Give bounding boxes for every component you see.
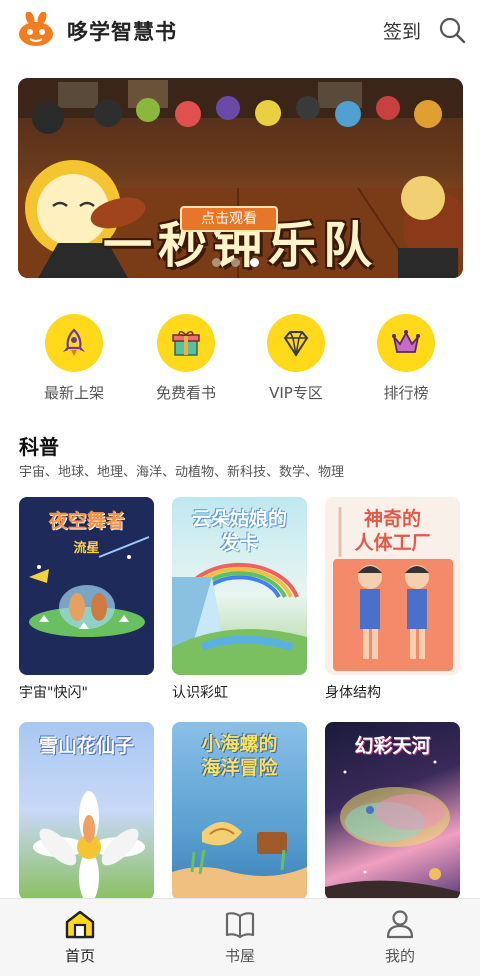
diamond-icon [267,314,325,372]
book-cover: 云朵姑娘的 发卡 [172,497,307,675]
crown-icon [377,314,435,372]
book-title: 身体结构 [325,685,381,701]
book-card[interactable]: 云朵姑娘的 发卡 认识彩虹 [172,497,307,702]
quick-nav-free[interactable]: 免费看书 [136,314,236,403]
app-logo [16,11,56,48]
book-card[interactable]: 小海螺的 海洋冒险 [172,722,307,900]
tab-label: 首页 [64,947,95,965]
banner-watch-button[interactable]: 点击观看 [180,206,278,232]
book-cover-title: 神奇的 人体工厂 [354,508,431,554]
section-subtitle: 宇宙、地球、地理、海洋、动植物、新科技、数学、物理 [19,465,345,480]
book-title: 宇宙"快闪" [19,685,88,701]
book-cover: 小海螺的 海洋冒险 [172,722,307,900]
book-cover-title: 雪山花仙子 [38,735,134,757]
quick-nav-ranking[interactable]: 排行榜 [356,314,456,403]
book-title: 认识彩虹 [172,685,228,701]
book-cover-subtitle: 流星 [73,541,100,556]
banner-dot-active[interactable] [250,258,259,267]
home-page: 哆学智慧书 签到 一秒钟乐队 点击观看 最新上架 免费看书 VIP专区 排行榜 … [0,0,480,976]
tab-label: 我的 [384,947,415,965]
quick-nav-label: 最新上架 [43,384,104,402]
book-cover-title: 夜空舞者 [48,510,125,532]
tab-bookshelf[interactable]: 书屋 [160,899,320,976]
book-card[interactable]: 神奇的 人体工厂 身体结构 [325,497,460,702]
book-cover-title: 小海螺的 海洋冒险 [201,733,278,779]
home-icon [65,910,95,939]
book-card[interactable]: 雪山花仙子 [19,722,154,900]
quick-nav-label: 排行榜 [383,384,429,402]
section-title: 科普 [19,435,59,459]
quick-nav-label: VIP专区 [269,384,323,402]
quick-nav: 最新上架 免费看书 VIP专区 排行榜 [0,314,480,404]
book-card[interactable]: 幻彩天河 [325,722,460,900]
book-cover: 幻彩天河 [325,722,460,900]
banner-pagination [212,252,269,271]
gift-icon [157,314,215,372]
book-cover: 夜空舞者 流星 [19,497,154,675]
user-icon [386,910,414,939]
quick-nav-new[interactable]: 最新上架 [24,314,124,403]
book-icon [225,912,255,939]
book-cover: 雪山花仙子 [19,722,154,900]
tab-home[interactable]: 首页 [0,899,160,976]
promo-banner[interactable]: 一秒钟乐队 [18,78,463,278]
search-icon[interactable] [438,16,466,44]
tab-label: 书屋 [224,947,255,965]
app-title: 哆学智慧书 [67,20,177,44]
book-cover-title: 幻彩天河 [354,735,431,757]
banner-dot[interactable] [231,258,240,267]
signin-button[interactable]: 签到 [383,17,421,44]
quick-nav-label: 免费看书 [155,384,216,402]
tab-profile[interactable]: 我的 [320,899,480,976]
book-cover-title: 云朵姑娘的 发卡 [191,508,287,554]
bottom-tab-bar: 首页 书屋 我的 [0,898,480,976]
book-card[interactable]: 夜空舞者 流星 宇宙"快闪" [19,497,154,702]
banner-dot[interactable] [212,258,221,267]
top-bar: 哆学智慧书 签到 [0,0,480,62]
quick-nav-vip[interactable]: VIP专区 [246,314,346,403]
book-cover: 神奇的 人体工厂 [325,497,460,675]
rocket-icon [45,314,103,372]
